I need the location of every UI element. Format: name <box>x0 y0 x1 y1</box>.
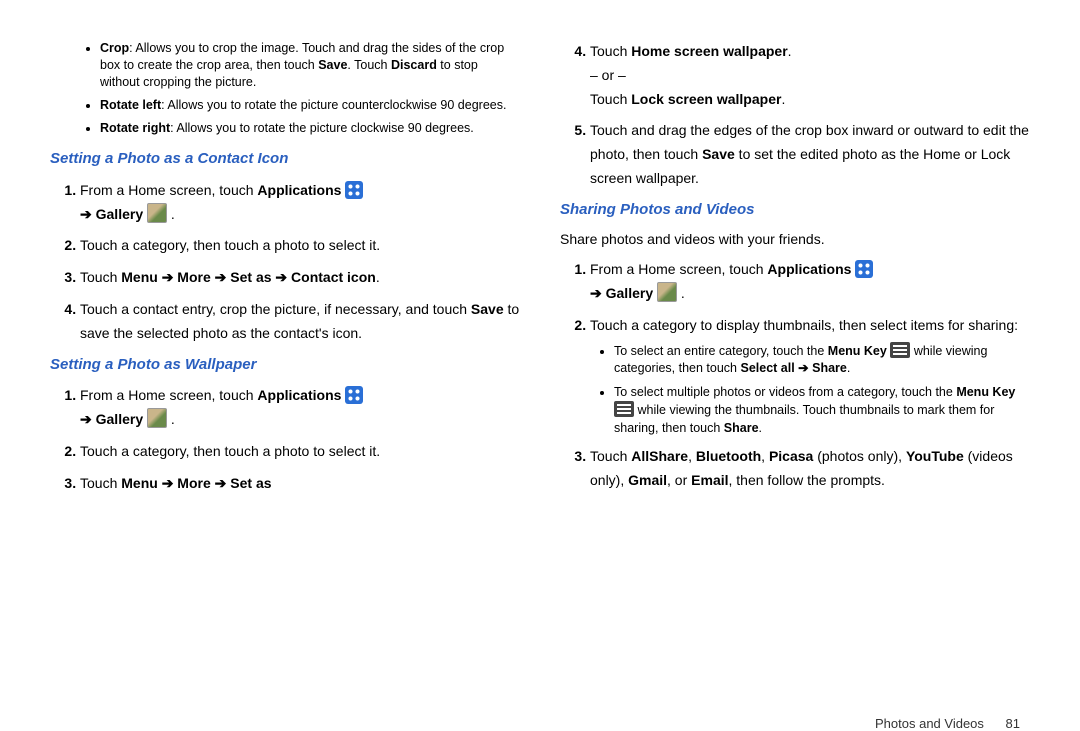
step: From a Home screen, touch Applications ➔… <box>590 258 1030 306</box>
step: Touch Menu ➔ More ➔ Set as <box>80 472 520 496</box>
arrow-icon: ➔ <box>590 285 606 301</box>
applications-icon <box>345 181 363 199</box>
applications-icon <box>855 260 873 278</box>
gallery-icon <box>147 203 167 223</box>
heading-wallpaper: Setting a Photo as Wallpaper <box>50 354 520 377</box>
heading-sharing: Sharing Photos and Videos <box>560 199 1030 222</box>
menu-key-icon <box>890 342 910 358</box>
step: Touch a contact entry, crop the picture,… <box>80 298 520 346</box>
share-intro: Share photos and videos with your friend… <box>560 229 1030 250</box>
share-sub-bullets: To select an entire category, touch the … <box>590 342 1030 438</box>
step: From a Home screen, touch Applications ➔… <box>80 384 520 432</box>
right-column: Touch Home screen wallpaper. – or – Touc… <box>560 40 1030 680</box>
contact-icon-steps: From a Home screen, touch Applications ➔… <box>50 179 520 346</box>
step: Touch a category, then touch a photo to … <box>80 234 520 258</box>
crop-rotate-bullets: Crop: Allows you to crop the image. Touc… <box>50 40 520 136</box>
footer-section: Photos and Videos <box>875 716 984 731</box>
bullet-rotate-right: Rotate right: Allows you to rotate the p… <box>100 120 520 137</box>
arrow-icon: ➔ <box>80 411 96 427</box>
footer-page-number: 81 <box>1006 716 1020 731</box>
step: Touch a category to display thumbnails, … <box>590 314 1030 437</box>
arrow-icon: ➔ <box>80 206 96 222</box>
step: Touch Home screen wallpaper. – or – Touc… <box>590 40 1030 111</box>
page-footer: Photos and Videos 81 <box>0 710 1080 731</box>
step: Touch and drag the edges of the crop box… <box>590 119 1030 190</box>
menu-key-icon <box>614 401 634 417</box>
bullet-crop: Crop: Allows you to crop the image. Touc… <box>100 40 520 91</box>
sub-bullet: To select multiple photos or videos from… <box>614 384 1030 438</box>
step: Touch AllShare, Bluetooth, Picasa (photo… <box>590 445 1030 493</box>
step: From a Home screen, touch Applications ➔… <box>80 179 520 227</box>
wallpaper-steps-left: From a Home screen, touch Applications ➔… <box>50 384 520 495</box>
heading-contact-icon: Setting a Photo as a Contact Icon <box>50 148 520 171</box>
step: Touch a category, then touch a photo to … <box>80 440 520 464</box>
bullet-label: Rotate right <box>100 121 170 135</box>
page-content: Crop: Allows you to crop the image. Touc… <box>0 0 1080 710</box>
gallery-icon <box>657 282 677 302</box>
bullet-rotate-left: Rotate left: Allows you to rotate the pi… <box>100 97 520 114</box>
sub-bullet: To select an entire category, touch the … <box>614 342 1030 378</box>
left-column: Crop: Allows you to crop the image. Touc… <box>50 40 520 680</box>
wallpaper-steps-right: Touch Home screen wallpaper. – or – Touc… <box>560 40 1030 191</box>
bullet-label: Rotate left <box>100 98 161 112</box>
or-divider: – or – <box>590 67 626 83</box>
sharing-steps: From a Home screen, touch Applications ➔… <box>560 258 1030 492</box>
step: Touch Menu ➔ More ➔ Set as ➔ Contact ico… <box>80 266 520 290</box>
applications-icon <box>345 386 363 404</box>
bullet-label: Crop <box>100 41 129 55</box>
gallery-icon <box>147 408 167 428</box>
